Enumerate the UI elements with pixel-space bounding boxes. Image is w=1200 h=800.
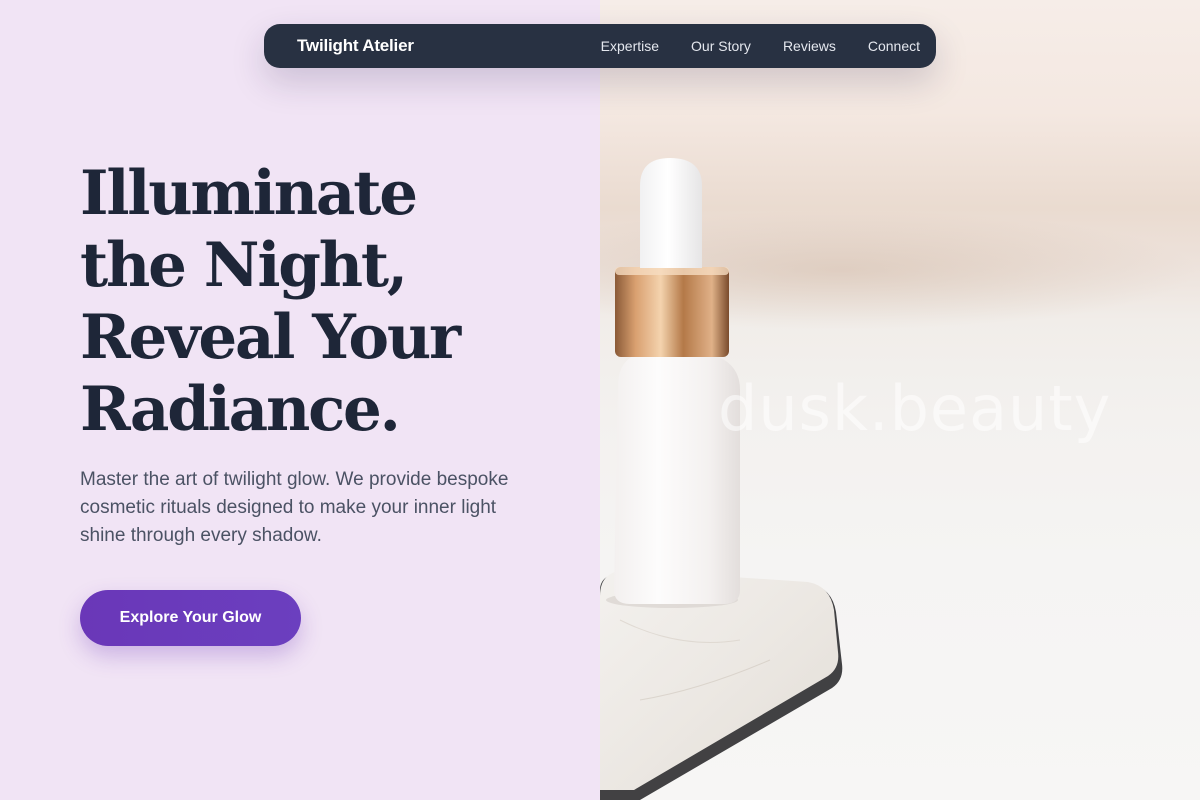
nav-links: Expertise Our Story Reviews Connect (569, 38, 920, 54)
watermark-text: dusk.beauty (718, 372, 1112, 445)
top-navigation-bar: Twilight Atelier Expertise Our Story Rev… (264, 24, 936, 68)
hero-heading-line-2: the Night, (80, 230, 408, 301)
nav-link-reviews[interactable]: Reviews (783, 38, 836, 54)
hero-heading-line-3: Reveal Your (80, 302, 461, 373)
nav-link-our-story[interactable]: Our Story (691, 38, 751, 54)
landing-page: dusk.beauty Twilight Atelier Expertise O… (0, 0, 1200, 800)
brand-logo-link[interactable]: Twilight Atelier (297, 36, 414, 56)
hero-heading-line-4: Radiance. (80, 374, 401, 445)
hero-subtitle: Master the art of twilight glow. We prov… (80, 469, 509, 546)
hero-heading-line-1: Illuminate (80, 158, 418, 229)
explore-your-glow-button[interactable]: Explore Your Glow (80, 590, 301, 646)
hero-product-image: dusk.beauty (600, 0, 1200, 800)
nav-link-expertise[interactable]: Expertise (601, 38, 659, 54)
hero-heading: Illuminate the Night, Reveal Your Radian… (80, 158, 560, 446)
nav-link-connect[interactable]: Connect (868, 38, 920, 54)
